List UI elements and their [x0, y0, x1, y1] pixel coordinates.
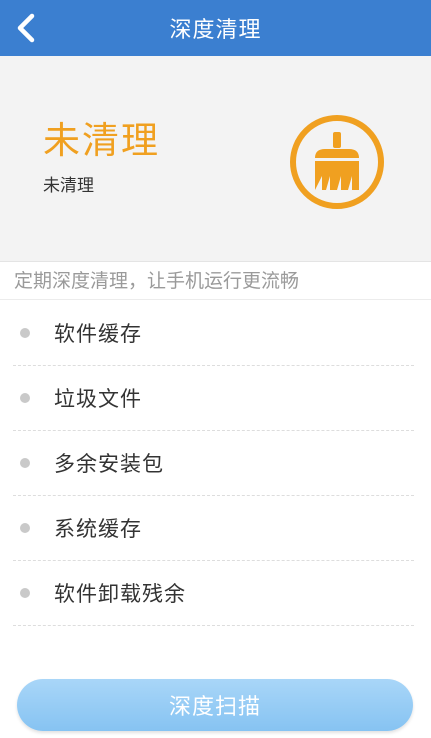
- list-item-label: 软件缓存: [54, 322, 142, 346]
- bullet-dot-icon: [20, 393, 30, 403]
- chevron-left-icon: [17, 13, 35, 43]
- page-title: 深度清理: [169, 18, 262, 43]
- list-item-label: 系统缓存: [54, 517, 142, 541]
- list-item-label: 垃圾文件: [54, 387, 142, 411]
- back-button[interactable]: [6, 6, 46, 50]
- cleanup-list: 软件缓存 垃圾文件 多余安装包 系统缓存 软件卸载残余: [0, 301, 431, 626]
- list-item: 软件缓存: [13, 301, 414, 366]
- tip-text: 定期深度清理，让手机运行更流畅: [0, 262, 431, 300]
- bullet-dot-icon: [20, 588, 30, 598]
- bullet-dot-icon: [20, 328, 30, 338]
- status-subtitle: 未清理: [43, 176, 94, 196]
- top-bar: 深度清理: [0, 0, 431, 56]
- list-item: 软件卸载残余: [13, 561, 414, 626]
- bullet-dot-icon: [20, 523, 30, 533]
- broom-icon: [290, 115, 384, 209]
- deep-scan-button[interactable]: 深度扫描: [17, 679, 413, 731]
- bullet-dot-icon: [20, 458, 30, 468]
- status-panel: 未清理 未清理: [0, 56, 431, 262]
- list-item: 系统缓存: [13, 496, 414, 561]
- list-item: 多余安装包: [13, 431, 414, 496]
- status-title: 未清理: [43, 119, 160, 162]
- list-item-label: 软件卸载残余: [54, 582, 186, 606]
- list-item-label: 多余安装包: [54, 452, 164, 476]
- list-item: 垃圾文件: [13, 366, 414, 431]
